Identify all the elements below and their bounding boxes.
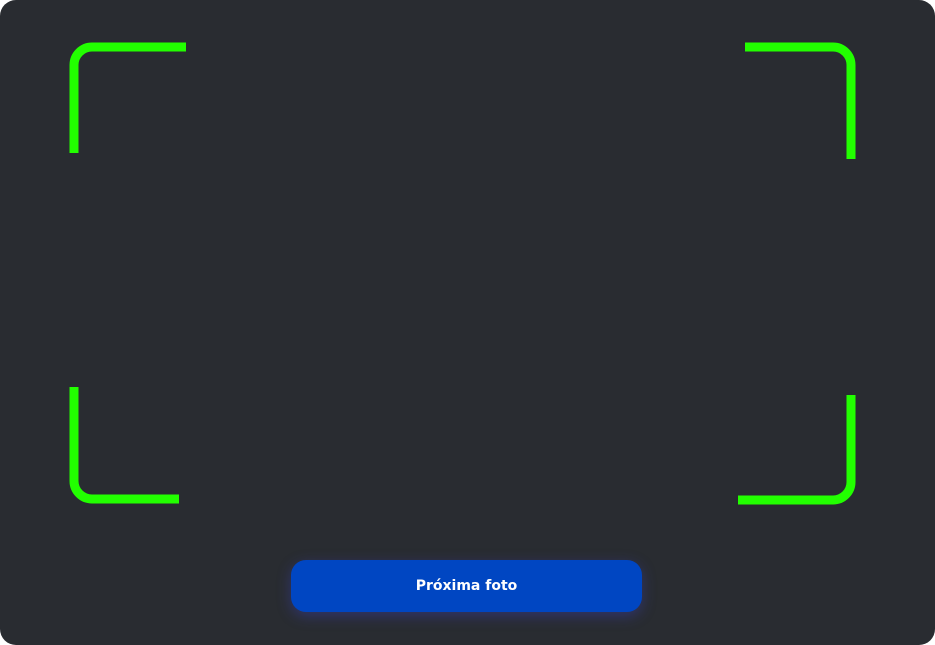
frame-corner-top-left <box>69 42 186 153</box>
frame-corner-bottom-right <box>738 395 856 505</box>
camera-viewfinder: Próxima foto <box>0 0 935 645</box>
frame-guides <box>69 42 856 505</box>
frame-corner-top-right <box>745 42 856 159</box>
next-photo-button[interactable]: Próxima foto <box>291 560 642 612</box>
frame-corner-bottom-left <box>69 387 179 504</box>
